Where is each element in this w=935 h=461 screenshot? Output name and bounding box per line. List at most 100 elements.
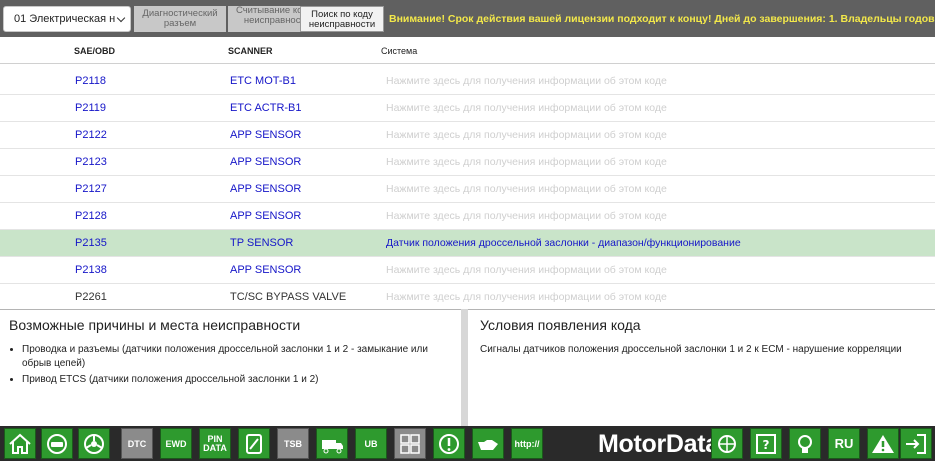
top-bar: 01 Электрическая н Диагностический разъе…	[0, 0, 935, 37]
row-description: Нажмите здесь для получения информации о…	[386, 129, 667, 141]
conditions-text: Сигналы датчиков положения дроссельной з…	[480, 344, 902, 355]
warning-button[interactable]	[867, 428, 899, 459]
column-header-scanner[interactable]: SCANNER	[228, 46, 273, 56]
steering-wheel-icon	[84, 433, 104, 454]
ub-button[interactable]: UB	[355, 428, 387, 459]
row-code: P2119	[75, 102, 106, 114]
tools-button[interactable]	[238, 428, 270, 459]
list-item: Привод ETCS (датчики положения дроссельн…	[22, 373, 452, 387]
row-description: Датчик положения дроссельной заслонки - …	[386, 237, 741, 249]
web-link-label: http://	[514, 438, 540, 449]
row-code: P2135	[75, 237, 107, 249]
causes-panel: Возможные причины и места неисправности …	[0, 309, 461, 426]
exit-button[interactable]	[900, 428, 932, 459]
truck-icon	[322, 439, 343, 453]
table-row[interactable]: P2118 ETC MOT-B1 Нажмите здесь для получ…	[0, 68, 935, 95]
table-header: SAE/OBD SCANNER Система	[0, 37, 935, 64]
tab-diagnostic-connector[interactable]: Диагностический разъем	[134, 6, 226, 32]
home-icon	[9, 433, 31, 454]
language-button[interactable]: RU	[828, 428, 860, 459]
table-row[interactable]: P2119 ETC ACTR-B1 Нажмите здесь для полу…	[0, 95, 935, 122]
row-description: Нажмите здесь для получения информации о…	[386, 183, 667, 195]
row-code: P2123	[75, 156, 107, 168]
row-code: P2128	[75, 210, 107, 222]
tsb-button[interactable]: TSB	[277, 428, 309, 459]
row-scanner: APP SENSOR	[230, 210, 302, 222]
row-code: P2122	[75, 129, 107, 141]
exclamation-circle-icon	[439, 433, 459, 454]
tips-button[interactable]	[789, 428, 821, 459]
app-window: 01 Электрическая н Диагностический разъе…	[0, 0, 935, 461]
language-label: RU	[834, 436, 854, 451]
tab-code-search-label: Поиск по коду неисправности	[308, 9, 376, 30]
chevron-down-icon	[116, 13, 126, 23]
row-scanner: ETC ACTR-B1	[230, 102, 302, 114]
steering-button[interactable]	[78, 428, 110, 459]
table-row[interactable]: P2128 APP SENSOR Нажмите здесь для получ…	[0, 203, 935, 230]
row-scanner: APP SENSOR	[230, 183, 302, 195]
conditions-title: Условия появления кода	[480, 317, 641, 333]
warning-triangle-icon	[872, 434, 894, 453]
tab-code-search[interactable]: Поиск по коду неисправности	[300, 6, 384, 32]
row-description: Нажмите здесь для получения информации о…	[386, 264, 667, 276]
home-button[interactable]	[4, 428, 36, 459]
vehicle-info-button[interactable]	[316, 428, 348, 459]
lightbulb-icon	[798, 434, 812, 453]
table-row-selected[interactable]: P2135 TP SENSOR Датчик положения дроссел…	[0, 230, 935, 257]
causes-list: Проводка и разъемы (датчики положения др…	[22, 343, 452, 389]
model-select[interactable]: 01 Электрическая н	[3, 6, 131, 32]
column-header-sae[interactable]: SAE/OBD	[74, 46, 115, 56]
dtc-button-label: DTC	[127, 438, 147, 449]
vehicle-select-button[interactable]	[41, 428, 73, 459]
ub-button-label: UB	[364, 438, 378, 449]
pin-data-button[interactable]: PIN DATA	[199, 428, 231, 459]
table-row[interactable]: P2261 TC/SC BYPASS VALVE Нажмите здесь д…	[0, 284, 935, 311]
table-row[interactable]: P2122 APP SENSOR Нажмите здесь для получ…	[0, 122, 935, 149]
row-description: Нажмите здесь для получения информации о…	[386, 156, 667, 168]
engine-button[interactable]	[711, 428, 743, 459]
list-item: Проводка и разъемы (датчики положения др…	[22, 343, 452, 371]
row-code: P2127	[75, 183, 107, 195]
brand-logo: MotorData	[598, 430, 719, 458]
oil-button[interactable]	[472, 428, 504, 459]
table-row[interactable]: P2127 APP SENSOR Нажмите здесь для получ…	[0, 176, 935, 203]
help-button[interactable]: ?	[750, 428, 782, 459]
dtc-table: P2118 ETC MOT-B1 Нажмите здесь для получ…	[0, 68, 935, 311]
engine-icon	[718, 434, 736, 453]
license-warning: Внимание! Срок действия вашей лицензии п…	[389, 13, 935, 25]
data-label: DATA	[203, 442, 227, 453]
row-scanner: APP SENSOR	[230, 129, 302, 141]
oil-can-icon	[478, 439, 498, 450]
row-description: Нажмите здесь для получения информации о…	[386, 210, 667, 222]
row-scanner: TP SENSOR	[230, 237, 294, 249]
row-scanner: APP SENSOR	[230, 264, 302, 276]
row-scanner: TC/SC BYPASS VALVE	[230, 291, 347, 303]
model-select-value: 01 Электрическая н	[14, 13, 116, 25]
ewd-button-label: EWD	[165, 438, 187, 449]
panel-splitter[interactable]	[461, 309, 468, 426]
car-icon	[47, 433, 67, 454]
causes-title: Возможные причины и места неисправности	[9, 317, 301, 333]
table-row[interactable]: P2123 APP SENSOR Нажмите здесь для получ…	[0, 149, 935, 176]
table-row[interactable]: P2138 APP SENSOR Нажмите здесь для получ…	[0, 257, 935, 284]
dtc-button[interactable]: DTC	[121, 428, 153, 459]
column-header-system[interactable]: Система	[381, 46, 417, 56]
row-description: Нажмите здесь для получения информации о…	[386, 75, 667, 87]
tsb-button-label: TSB	[284, 438, 302, 449]
tab-diagnostic-connector-label: Диагностический разъем	[142, 8, 218, 29]
web-link-button[interactable]: http://	[511, 428, 543, 459]
row-code: P2118	[75, 75, 106, 87]
row-description: Нажмите здесь для получения информации о…	[386, 291, 667, 303]
question-book-icon: ?	[756, 433, 776, 454]
ewd-button[interactable]: EWD	[160, 428, 192, 459]
grid-button[interactable]	[394, 428, 426, 459]
row-code: P2138	[75, 264, 107, 276]
bottom-toolbar: DTC EWD PIN DATA TSB UB http:// MotorDat…	[0, 426, 935, 461]
svg-text:?: ?	[763, 438, 770, 452]
wrench-icon	[246, 433, 262, 454]
conditions-panel: Условия появления кода Сигналы датчиков …	[468, 309, 935, 426]
row-scanner: ETC MOT-B1	[230, 75, 297, 87]
row-scanner: APP SENSOR	[230, 156, 302, 168]
alert-button[interactable]	[433, 428, 465, 459]
exit-door-icon	[906, 433, 926, 454]
